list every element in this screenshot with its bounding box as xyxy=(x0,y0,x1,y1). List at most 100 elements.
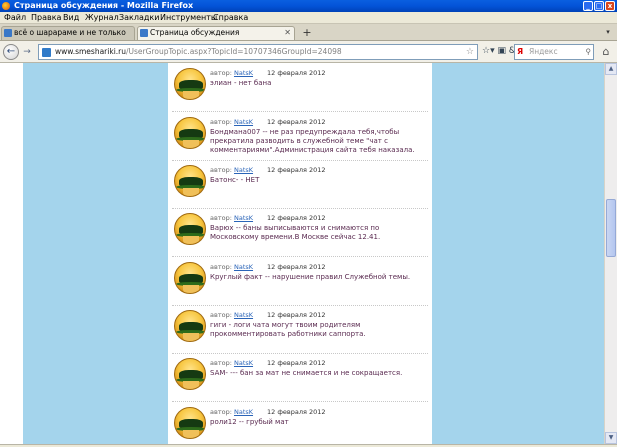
author-link[interactable]: NatsK xyxy=(234,263,253,271)
tab-label: Страница обсуждения xyxy=(150,28,240,37)
post-meta: автор: NatsK 12 февраля 2012 xyxy=(210,69,326,77)
post-date: 12 февраля 2012 xyxy=(267,408,326,416)
page-left-background xyxy=(23,63,168,444)
post-item: автор: NatsK 12 февраля 2012 SAM- --- бан … xyxy=(168,355,432,403)
post-text: Бондмана007 -- не раз предупреждала тебя… xyxy=(210,128,415,154)
post-separator xyxy=(172,208,428,209)
post-date: 12 февраля 2012 xyxy=(267,166,326,174)
menu-tools[interactable]: Инструменты xyxy=(160,13,217,23)
post-item: автор: NatsK 12 февраля 2012 Бондмана007 -… xyxy=(168,114,432,162)
post-date: 12 февраля 2012 xyxy=(267,214,326,222)
post-date: 12 февраля 2012 xyxy=(267,263,326,271)
author-link[interactable]: NatsK xyxy=(234,359,253,367)
new-tab-button[interactable]: + xyxy=(299,27,315,40)
window-title: Страница обсуждения - Mozilla Firefox xyxy=(14,1,194,10)
post-meta: автор: NatsK 12 февраля 2012 xyxy=(210,311,326,319)
scroll-up-arrow-icon[interactable]: ▲ xyxy=(605,63,617,75)
post-separator xyxy=(172,111,428,112)
scrollbar-thumb[interactable] xyxy=(606,199,616,257)
user-avatar[interactable] xyxy=(174,407,206,439)
author-link[interactable]: NatsK xyxy=(234,214,253,222)
post-separator xyxy=(172,305,428,306)
list-tabs-icon[interactable]: ▾ xyxy=(603,28,613,39)
author-label: автор: xyxy=(210,69,232,77)
menu-bookmarks[interactable]: Закладки xyxy=(119,13,159,23)
post-separator xyxy=(172,160,428,161)
post-text: Варюх -- баны выписываются и снимаются п… xyxy=(210,224,381,241)
firefox-icon xyxy=(2,2,10,10)
close-tab-icon[interactable]: ✕ xyxy=(284,27,291,39)
post-date: 12 февраля 2012 xyxy=(267,311,326,319)
tab-discussion-page[interactable]: Страница обсуждения ✕ xyxy=(137,26,295,40)
author-label: автор: xyxy=(210,263,232,271)
menu-view[interactable]: Вид xyxy=(63,13,79,23)
post-text: элиан - нет бана xyxy=(210,79,272,87)
author-link[interactable]: NatsK xyxy=(234,166,253,174)
search-placeholder: Яндекс xyxy=(529,47,558,56)
post-meta: автор: NatsK 12 февраля 2012 xyxy=(210,118,326,126)
post-item: автор: NatsK 12 февраля 2012 Варюх -- баны… xyxy=(168,210,432,258)
post-item: автор: NatsK 12 февраля 2012 Батонс- - НЕТ xyxy=(168,162,432,210)
forward-button[interactable]: → xyxy=(21,46,33,58)
menu-help[interactable]: Справка xyxy=(213,13,248,23)
post-text: гиги - логи чата могут твоим родителям п… xyxy=(210,321,366,338)
author-link[interactable]: NatsK xyxy=(234,408,253,416)
post-date: 12 февраля 2012 xyxy=(267,69,326,77)
site-favicon-icon xyxy=(140,29,148,37)
discussion-content: автор: NatsK 12 февраля 2012 элиан - нет б… xyxy=(168,63,432,444)
user-avatar[interactable] xyxy=(174,117,206,149)
post-meta: автор: NatsK 12 февраля 2012 xyxy=(210,214,326,222)
user-avatar[interactable] xyxy=(174,262,206,294)
author-label: автор: xyxy=(210,214,232,222)
author-link[interactable]: NatsK xyxy=(234,311,253,319)
post-meta: автор: NatsK 12 февраля 2012 xyxy=(210,359,326,367)
scroll-down-arrow-icon[interactable]: ▼ xyxy=(605,432,617,444)
post-item: автор: NatsK 12 февраля 2012 Круглый факт … xyxy=(168,259,432,307)
author-link[interactable]: NatsK xyxy=(234,118,253,126)
back-button[interactable]: ← xyxy=(3,44,19,60)
author-link[interactable]: NatsK xyxy=(234,69,253,77)
close-window-button[interactable]: x xyxy=(605,1,615,11)
bookmark-star-icon[interactable]: ☆ xyxy=(466,45,474,59)
post-meta: автор: NatsK 12 февраля 2012 xyxy=(210,408,326,416)
user-avatar[interactable] xyxy=(174,68,206,100)
post-date: 12 февраля 2012 xyxy=(267,118,326,126)
tab-shararam[interactable]: всё о шарараме и не только xyxy=(1,26,135,40)
vertical-scrollbar[interactable]: ▲ ▼ xyxy=(604,63,617,444)
menu-bar: Файл Правка Вид Журнал Закладки Инструме… xyxy=(0,12,617,24)
search-icon[interactable]: ⚲ xyxy=(586,45,592,59)
post-meta: автор: NatsK 12 февраля 2012 xyxy=(210,263,326,271)
author-label: автор: xyxy=(210,408,232,416)
post-meta: автор: NatsK 12 февраля 2012 xyxy=(210,166,326,174)
menu-edit[interactable]: Правка xyxy=(31,13,61,23)
post-text: Батонс- - НЕТ xyxy=(210,176,260,184)
post-text: SAM- --- бан за мат не снимается и не со… xyxy=(210,369,403,377)
post-separator xyxy=(172,256,428,257)
url-host: www.smeshariki.ru xyxy=(55,47,126,56)
user-avatar[interactable] xyxy=(174,165,206,197)
author-label: автор: xyxy=(210,166,232,174)
minimize-button[interactable]: _ xyxy=(583,1,593,11)
menu-history[interactable]: Журнал xyxy=(85,13,119,23)
search-input[interactable]: Я Яндекс ⚲ xyxy=(514,44,594,60)
menu-file[interactable]: Файл xyxy=(4,13,26,23)
site-favicon-icon xyxy=(4,29,12,37)
search-engine-icon[interactable]: Я xyxy=(517,47,527,57)
url-path: /UserGroupTopic.aspx?TopicId=10707346Gro… xyxy=(126,47,342,56)
home-button[interactable]: ⌂ xyxy=(599,45,613,59)
user-avatar[interactable] xyxy=(174,310,206,342)
post-item: автор: NatsK 12 февраля 2012 роли12 -- гру… xyxy=(168,404,432,444)
site-identity-icon[interactable] xyxy=(42,48,51,57)
maximize-button[interactable]: □ xyxy=(594,1,604,11)
page-viewport: автор: NatsK 12 февраля 2012 элиан - нет б… xyxy=(0,63,604,444)
post-text: Круглый факт -- нарушение правил Служебн… xyxy=(210,273,411,281)
user-avatar[interactable] xyxy=(174,213,206,245)
post-item: автор: NatsK 12 февраля 2012 гиги - логи ч… xyxy=(168,307,432,355)
post-date: 12 февраля 2012 xyxy=(267,359,326,367)
url-bar[interactable]: www.smeshariki.ru/UserGroupTopic.aspx?To… xyxy=(38,44,478,60)
tab-bar: всё о шарараме и не только Страница обсу… xyxy=(0,24,617,41)
navigation-toolbar: ← → www.smeshariki.ru/UserGroupTopic.asp… xyxy=(0,41,617,63)
post-item: автор: NatsK 12 февраля 2012 элиан - нет б… xyxy=(168,65,432,113)
page-right-background xyxy=(432,63,604,444)
user-avatar[interactable] xyxy=(174,358,206,390)
